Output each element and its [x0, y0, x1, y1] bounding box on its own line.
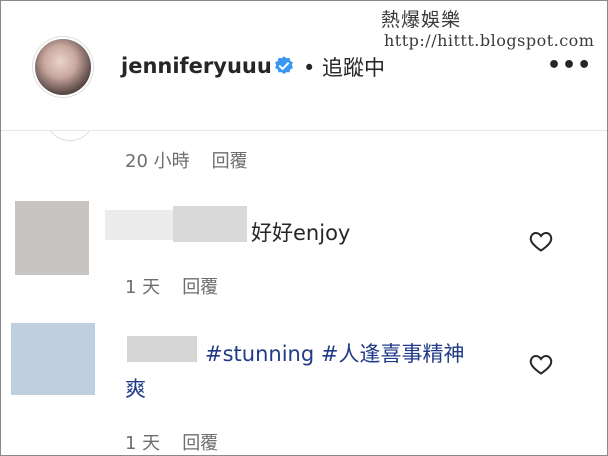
- comment-meta: 1 天回覆: [125, 273, 218, 299]
- heart-icon[interactable]: [529, 353, 553, 375]
- verified-badge-icon: [275, 56, 293, 74]
- reply-button[interactable]: 回覆: [182, 433, 218, 454]
- comment-meta: 1 天回覆: [125, 429, 218, 455]
- blurred-username: [173, 206, 247, 242]
- blurred-username: [127, 336, 197, 362]
- reply-button[interactable]: 回覆: [212, 151, 248, 172]
- comment-time: 1 天: [125, 433, 161, 454]
- comment-hashtag-continuation[interactable]: 爽: [125, 373, 146, 403]
- watermark-url: http://hittt.blogspot.com: [384, 31, 595, 50]
- comment-text: 好好enjoy: [251, 221, 351, 245]
- comment-time: 20 小時: [125, 151, 190, 172]
- comment-time: 1 天: [125, 277, 161, 298]
- watermark-title: 熱爆娛樂: [381, 9, 462, 31]
- instagram-post-comments: 熱爆娛樂 http://hittt.blogspot.com jennifery…: [0, 0, 608, 456]
- header-divider: [1, 130, 607, 131]
- heart-icon[interactable]: [529, 230, 553, 252]
- reply-button[interactable]: 回覆: [182, 277, 218, 298]
- commenter-avatar[interactable]: [15, 201, 89, 275]
- more-options-icon[interactable]: •••: [547, 53, 592, 78]
- username[interactable]: jenniferyuuu: [121, 54, 272, 78]
- previous-comment-avatar: [45, 131, 95, 141]
- profile-avatar[interactable]: [35, 39, 91, 95]
- blurred-username: [105, 210, 173, 240]
- previous-comment-meta: 20 小時 回覆: [125, 147, 248, 173]
- comment-hashtags[interactable]: #stunning #人逢喜事精神: [205, 339, 505, 369]
- follow-status-button[interactable]: • 追蹤中: [303, 52, 385, 82]
- commenter-avatar[interactable]: [11, 323, 95, 395]
